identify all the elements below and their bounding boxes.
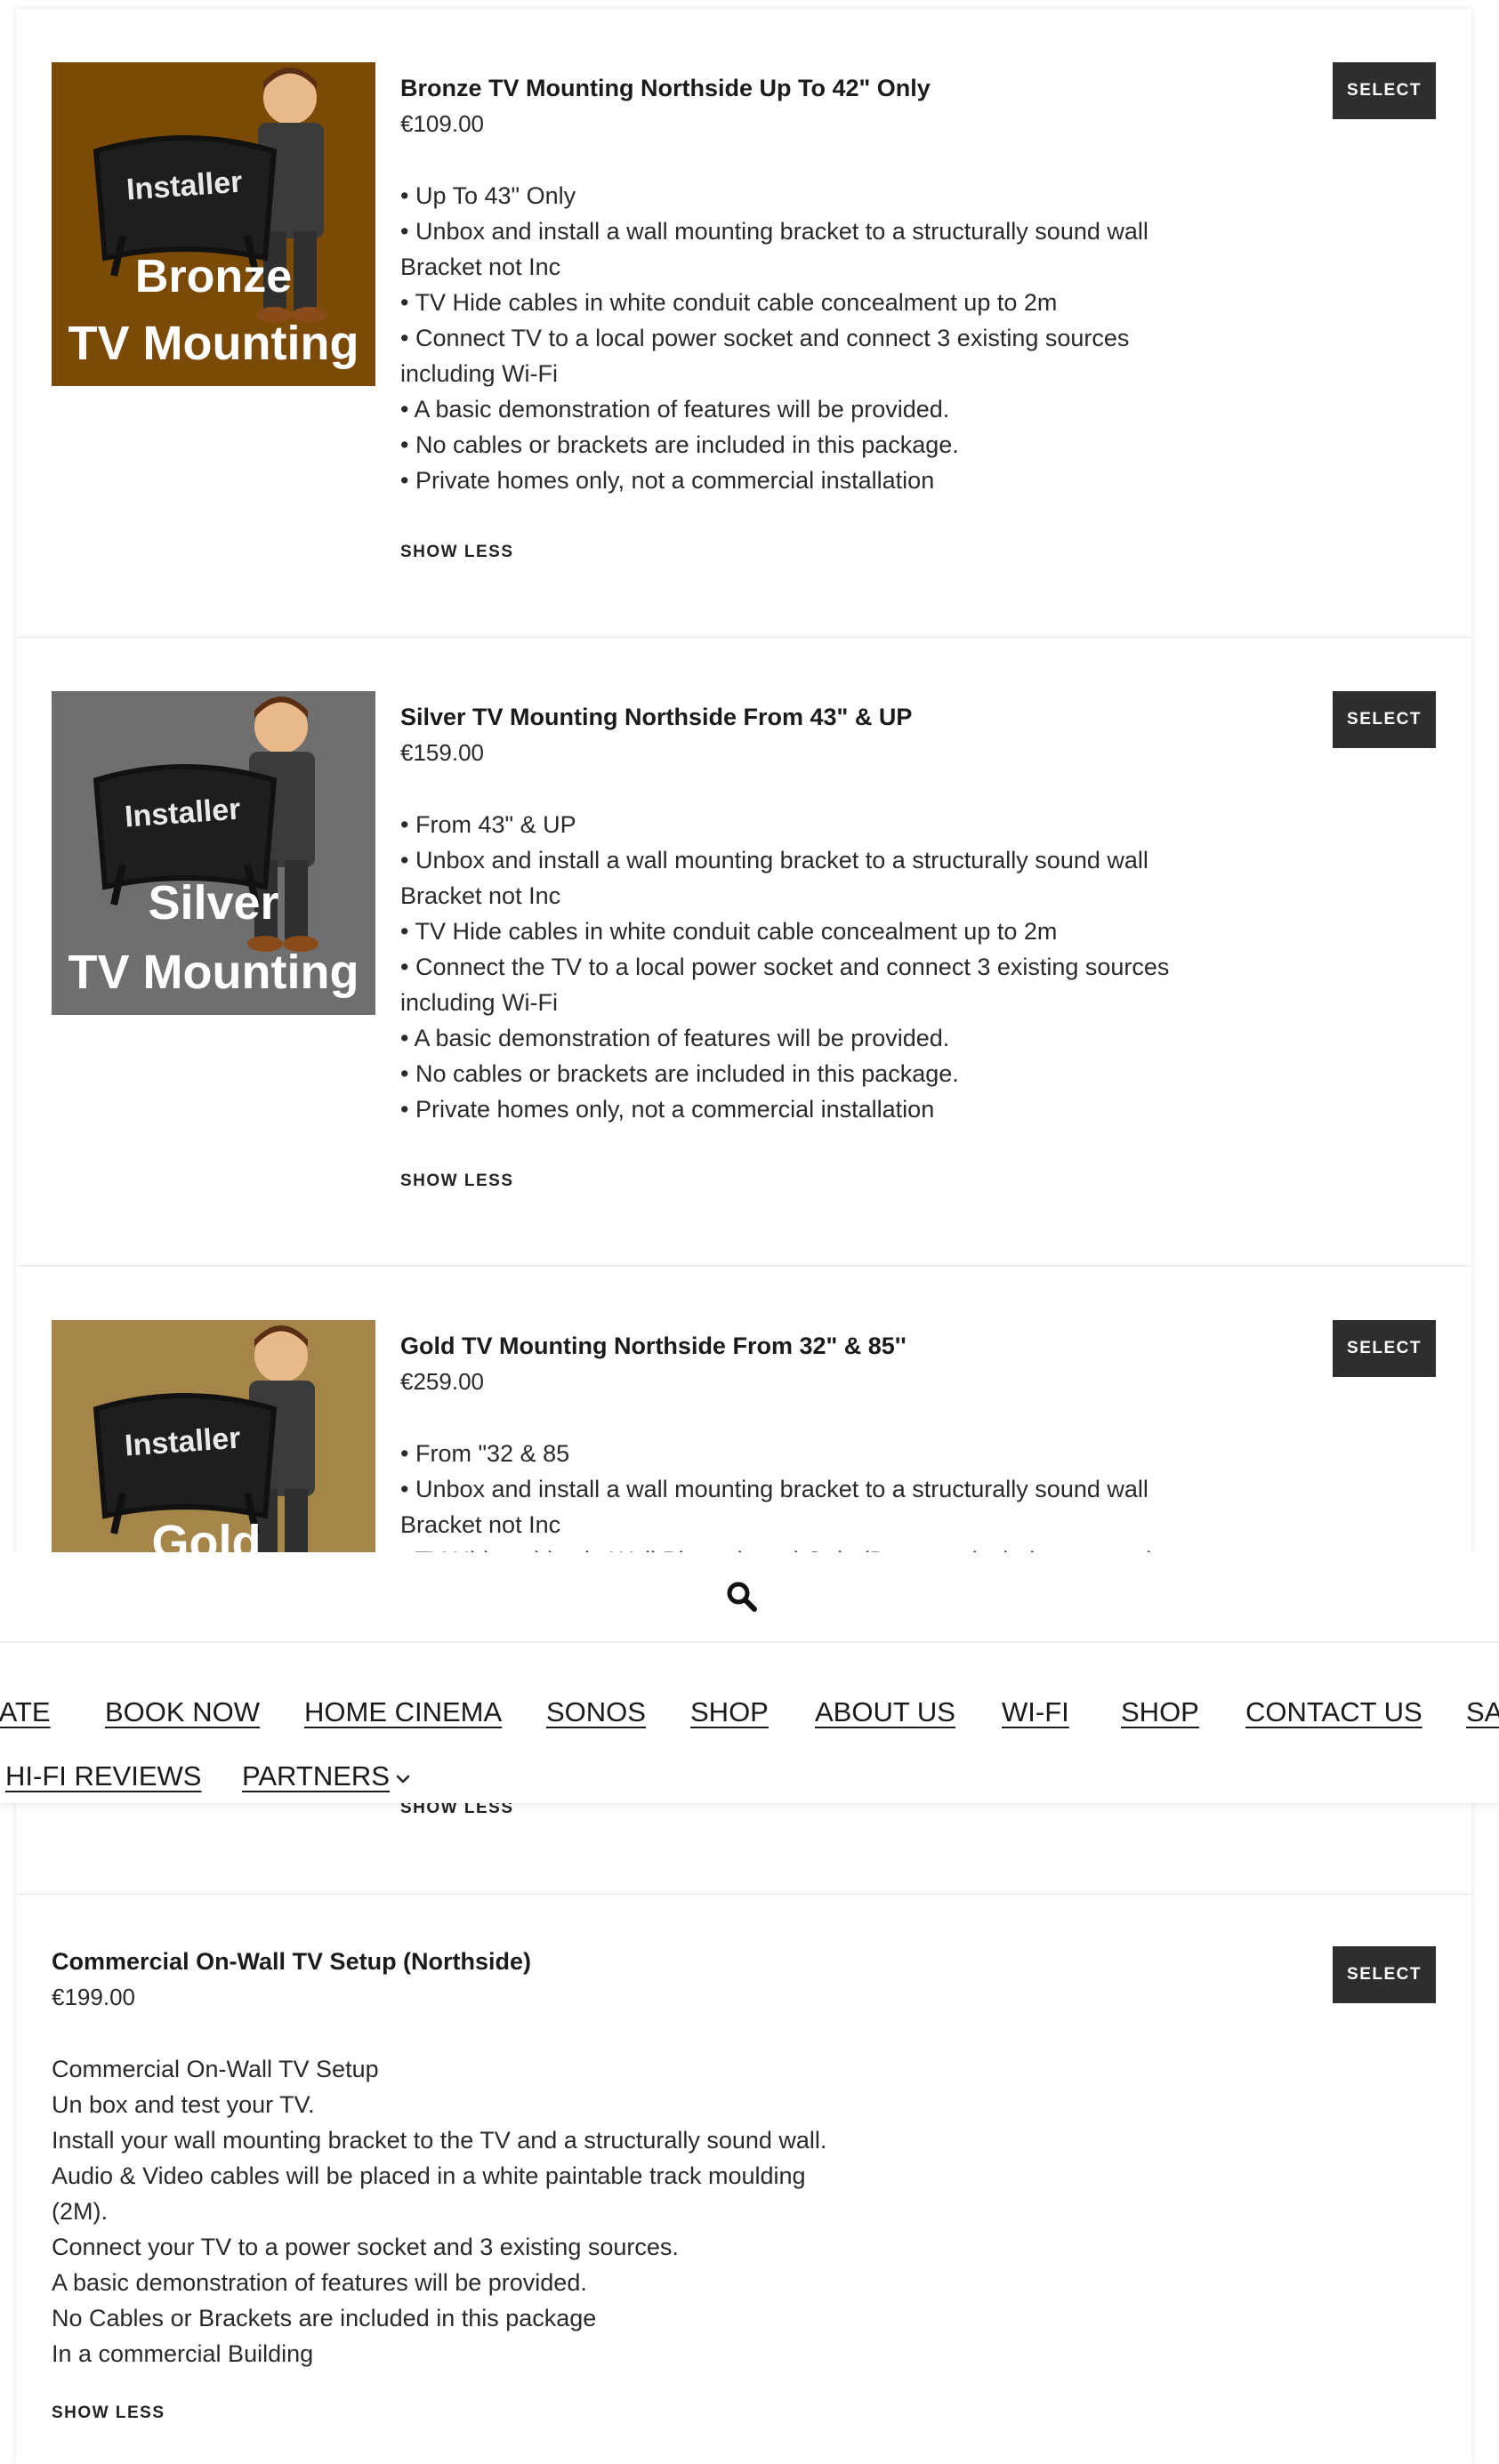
product-price: €159.00 — [400, 739, 484, 766]
description-line: including Wi-Fi — [400, 989, 559, 1016]
description-line: • Private homes only, not a commercial i… — [400, 1096, 935, 1123]
nav-item-home-cinema[interactable]: HOME CINEMA — [304, 1696, 502, 1728]
description-line: • Connect TV to a local power socket and… — [400, 325, 1130, 351]
description-line: • No cables or brackets are included in … — [400, 1060, 959, 1087]
description-line: Commercial On-Wall TV Setup — [52, 2056, 379, 2082]
description-line: • TV Hide cables in white conduit cable … — [400, 289, 1058, 316]
search-icon[interactable] — [724, 1579, 760, 1614]
select-button[interactable]: SELECT — [1333, 691, 1436, 748]
select-button[interactable]: SELECT — [1333, 1946, 1436, 2003]
nav-item-shop[interactable]: SHOP — [690, 1696, 769, 1728]
description-line: Install your wall mounting bracket to th… — [52, 2127, 827, 2154]
svg-text:TV Mounting: TV Mounting — [69, 317, 359, 370]
product-title: Silver TV Mounting Northside From 43" & … — [400, 704, 913, 730]
svg-text:Silver: Silver — [148, 876, 278, 930]
nav-item-shop-2[interactable]: SHOP — [1121, 1696, 1199, 1728]
product-price: €109.00 — [400, 110, 484, 137]
description-line: Audio & Video cables will be placed in a… — [52, 2162, 806, 2225]
description-line: • Connect the TV to a local power socket… — [400, 954, 1170, 980]
product-description: • Up To 43" Only • Unbox and install a w… — [400, 178, 1201, 498]
description-line: • Unbox and install a wall mounting brac… — [400, 1476, 1148, 1502]
select-button[interactable]: SELECT — [1333, 62, 1436, 119]
description-line: Connect your TV to a power socket and 3 … — [52, 2234, 679, 2260]
site-header: IATE BOOK NOW HOME CINEMA SONOS SHOP ABO… — [0, 1552, 1499, 1803]
description-line: A basic demonstration of features will b… — [52, 2269, 587, 2296]
description-line: • A basic demonstration of features will… — [400, 1025, 950, 1051]
nav-item-about-us[interactable]: ABOUT US — [815, 1696, 955, 1728]
product-title: Bronze TV Mounting Northside Up To 42" O… — [400, 75, 931, 101]
description-line: Bracket not Inc — [400, 254, 561, 280]
nav-item-hi-fi-reviews[interactable]: HI-FI REVIEWS — [5, 1760, 201, 1792]
product-card-silver: Installer Silver TV Mounting Silver TV M… — [16, 638, 1471, 1266]
description-line: • No cables or brackets are included in … — [400, 431, 959, 458]
description-line: Bracket not Inc — [400, 1511, 561, 1538]
description-line: No Cables or Brackets are included in th… — [52, 2305, 597, 2331]
product-image-silver[interactable]: Installer Silver TV Mounting — [52, 691, 375, 1015]
svg-text:TV Mounting: TV Mounting — [69, 946, 359, 999]
product-price: €259.00 — [400, 1368, 484, 1395]
select-button[interactable]: SELECT — [1333, 1320, 1436, 1377]
description-line: including Wi-Fi — [400, 360, 559, 387]
product-price: €199.00 — [52, 1984, 135, 2010]
description-line: • From "32 & 85 — [400, 1440, 570, 1467]
svg-text:Bronze: Bronze — [135, 251, 292, 302]
header-divider — [0, 1641, 1499, 1643]
nav-item-contact-us[interactable]: CONTACT US — [1245, 1696, 1422, 1728]
nav-item-book-now[interactable]: BOOK NOW — [105, 1696, 260, 1728]
description-line: • Unbox and install a wall mounting brac… — [400, 847, 1148, 874]
description-line: • TV Hide cables in white conduit cable … — [400, 918, 1058, 945]
description-line: • Up To 43" Only — [400, 182, 576, 209]
nav-item-iate[interactable]: IATE — [0, 1696, 51, 1728]
product-description: • From 43" & UP • Unbox and install a wa… — [400, 807, 1201, 1127]
show-less-link[interactable]: SHOW LESS — [52, 2404, 165, 2423]
show-less-link[interactable]: SHOW LESS — [400, 1172, 514, 1191]
description-line: In a commercial Building — [52, 2340, 314, 2367]
description-line: • Private homes only, not a commercial i… — [400, 467, 935, 494]
description-line: • A basic demonstration of features will… — [400, 396, 950, 423]
description-line: Bracket not Inc — [400, 882, 561, 909]
nav-item-sa[interactable]: SA — [1466, 1696, 1499, 1728]
product-card-bronze: Installer Bronze TV Mounting Bronze TV M… — [16, 9, 1471, 637]
description-line: Un box and test your TV. — [52, 2091, 315, 2118]
description-line: • From 43" & UP — [400, 811, 576, 838]
nav-item-sonos[interactable]: SONOS — [546, 1696, 646, 1728]
nav-item-wi-fi[interactable]: WI-FI — [1002, 1696, 1069, 1728]
description-line: • Unbox and install a wall mounting brac… — [400, 218, 1148, 245]
product-description: Commercial On-Wall TV Setup Un box and t… — [52, 2051, 852, 2371]
product-card-commercial: Commercial On-Wall TV Setup (Northside) … — [16, 1895, 1471, 2464]
chevron-down-icon[interactable] — [393, 1769, 413, 1789]
product-title: Gold TV Mounting Northside From 32" & 85… — [400, 1333, 907, 1359]
show-less-link[interactable]: SHOW LESS — [400, 543, 514, 562]
product-image-bronze[interactable]: Installer Bronze TV Mounting — [52, 62, 375, 386]
nav-item-partners[interactable]: PARTNERS — [242, 1760, 390, 1792]
product-title: Commercial On-Wall TV Setup (Northside) — [52, 1948, 532, 1975]
